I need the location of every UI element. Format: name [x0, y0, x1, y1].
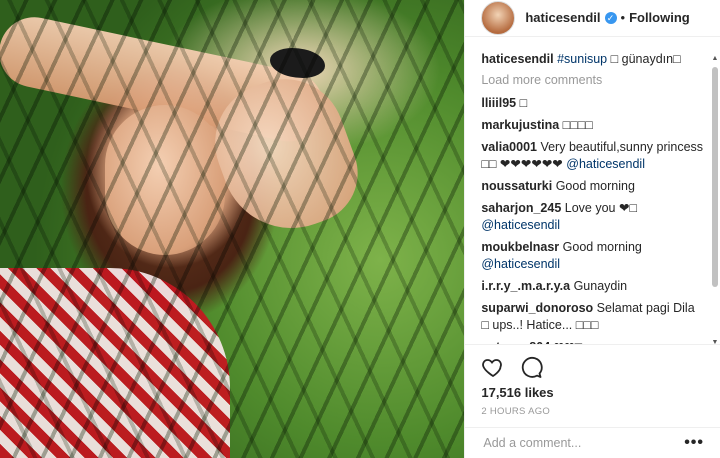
comment-rows: lliiil95 □ markujustina □□□□ valia0001 Ver… — [481, 95, 704, 344]
comment-row: antonya804 ❤❤□ — [481, 339, 704, 344]
load-more-comments-button[interactable]: Load more comments — [481, 73, 704, 87]
comment-username[interactable]: moukbelnasr — [481, 240, 559, 254]
caption-text: □ günaydın□ — [610, 51, 681, 66]
comment-text: Love you ❤□ — [564, 200, 637, 215]
comment-text: □□□□ — [562, 117, 593, 132]
comment-icon[interactable] — [519, 355, 543, 379]
comment-text: Good morning — [562, 239, 642, 254]
verified-badge-icon: ✓ — [604, 11, 617, 24]
comments-scrollbar[interactable]: ▲ ▼ — [711, 47, 719, 347]
comment-text: Gunaydin — [573, 278, 628, 293]
post-actions: 17,516 likes 2 HOURS AGO — [465, 343, 720, 417]
comment-text: Good morning — [555, 178, 635, 193]
comment-username[interactable]: saharjon_245 — [481, 201, 561, 215]
photo-leaf-shadows — [0, 0, 465, 458]
comment-username[interactable]: markujustina — [481, 118, 559, 132]
instagram-post: haticesendil ✓ • Following haticesendil … — [0, 0, 720, 458]
comment-row: suparwi_donoroso Selamat pagi Dila □ ups… — [481, 300, 704, 334]
scroll-down-arrow-icon[interactable]: ▼ — [711, 339, 719, 347]
comment-row: markujustina □□□□ — [481, 117, 704, 134]
comment-username[interactable]: noussaturki — [481, 179, 552, 193]
comment-row: saharjon_245 Love you ❤□ @haticesendil — [481, 200, 704, 234]
comment-mention[interactable]: @haticesendil — [481, 218, 560, 232]
add-comment-input[interactable] — [481, 434, 656, 451]
scroll-up-arrow-icon[interactable]: ▲ — [711, 55, 719, 63]
comment-username[interactable]: suparwi_donoroso — [481, 301, 593, 315]
post-side-panel: haticesendil ✓ • Following haticesendil … — [464, 0, 720, 458]
comment-username[interactable]: antonya804 — [481, 340, 550, 344]
caption-username[interactable]: haticesendil — [481, 52, 553, 66]
header-separator: • — [620, 10, 626, 26]
comment-row: moukbelnasr Good morning @haticesendil — [481, 239, 704, 273]
comment-row: lliiil95 □ — [481, 95, 704, 112]
comment-mention[interactable]: @haticesendil — [481, 257, 560, 271]
caption: haticesendil #sunisup □ günaydın□ — [481, 51, 704, 68]
post-header: haticesendil ✓ • Following — [465, 0, 720, 37]
comments-list: haticesendil #sunisup □ günaydın□ Load m… — [465, 37, 720, 344]
comment-row: valia0001 Very beautiful,sunny princess … — [481, 139, 704, 173]
following-button[interactable]: Following — [629, 10, 690, 25]
action-icons — [481, 351, 704, 383]
likes-count[interactable]: 17,516 likes — [481, 385, 704, 400]
scrollbar-thumb[interactable] — [712, 67, 718, 287]
comment-text: ❤❤□ — [554, 340, 583, 344]
add-comment-bar: ••• — [465, 426, 720, 458]
caption-hashtag[interactable]: #sunisup — [557, 52, 607, 66]
post-photo[interactable] — [0, 0, 465, 458]
comment-mention[interactable]: @haticesendil — [566, 157, 645, 171]
comment-row: i.r.r.y_.m.a.r.y.a Gunaydin — [481, 278, 704, 295]
heart-icon[interactable] — [481, 355, 505, 379]
post-timestamp: 2 HOURS AGO — [481, 405, 551, 417]
comment-text: □ — [519, 95, 528, 110]
comment-username[interactable]: i.r.r.y_.m.a.r.y.a — [481, 279, 570, 293]
comment-row: noussaturki Good morning — [481, 178, 704, 195]
header-username[interactable]: haticesendil — [525, 10, 600, 25]
comment-username[interactable]: lliiil95 — [481, 96, 516, 110]
avatar[interactable] — [481, 0, 516, 35]
more-options-icon[interactable]: ••• — [684, 434, 704, 452]
comment-username[interactable]: valia0001 — [481, 140, 537, 154]
